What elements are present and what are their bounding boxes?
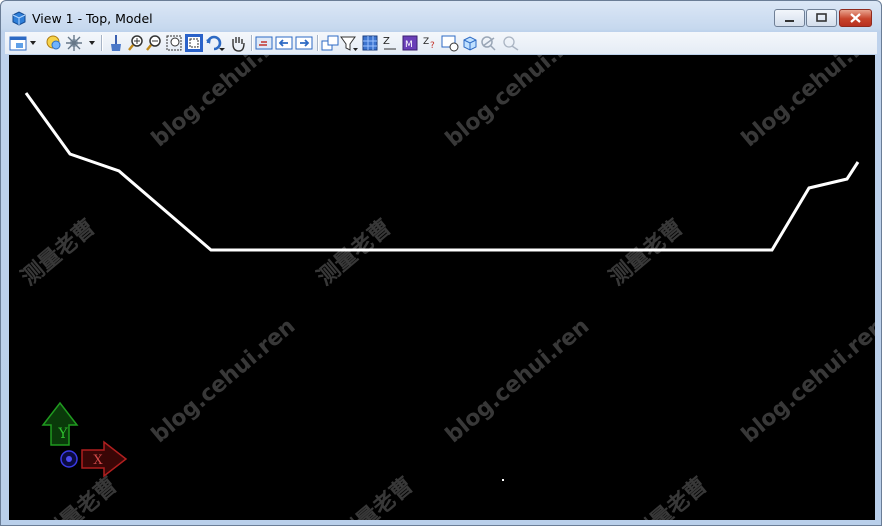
fit-view-icon[interactable] [185, 34, 203, 52]
cursor-point [502, 479, 504, 481]
window-area-icon[interactable] [165, 34, 183, 52]
x-axis-arrow [81, 440, 128, 478]
fit-sheet-icon[interactable] [441, 34, 459, 52]
close-icon [850, 13, 861, 23]
toolbar-separator [251, 35, 252, 51]
toolbar-separator [317, 35, 318, 51]
standard-views-icon[interactable]: M [401, 34, 419, 52]
toolbar-separator [101, 35, 102, 51]
minimize-button[interactable] [774, 9, 805, 27]
rotate-view-icon[interactable] [205, 34, 227, 52]
view-previous-icon[interactable] [255, 34, 273, 52]
minimize-icon [785, 20, 794, 22]
display-style-icon[interactable] [65, 34, 99, 52]
maximize-button[interactable] [806, 9, 837, 27]
pan-view-icon[interactable] [229, 34, 247, 52]
clip-volume-icon[interactable] [339, 34, 359, 52]
title-bar[interactable]: View 1 - Top, Model [1, 1, 881, 32]
levels-display-icon[interactable] [45, 34, 67, 52]
svg-text:Z: Z [423, 37, 429, 47]
y-axis-label: Y [57, 426, 68, 442]
x-axis-label: X [93, 453, 103, 468]
update-view-icon[interactable] [107, 34, 125, 52]
view-window-icon [12, 11, 26, 26]
window-title: View 1 - Top, Model [32, 11, 153, 26]
clip-mask-off-icon[interactable] [501, 34, 521, 52]
camera-icon[interactable]: Z? [421, 34, 439, 52]
svg-text:M: M [405, 40, 413, 50]
cross-section-polyline[interactable] [24, 92, 860, 252]
clip-mask-icon[interactable] [479, 34, 501, 52]
svg-text:?: ? [430, 41, 435, 51]
view-axis-triad: Y X [41, 401, 128, 478]
zoom-out-icon[interactable] [145, 34, 163, 52]
zoom-in-icon[interactable] [127, 34, 145, 52]
cube-view-icon[interactable] [461, 34, 479, 52]
drawing-viewport[interactable]: blog.cehui.ren blog.cehui.ren blog.cehui… [9, 55, 875, 520]
change-view-perspective-icon[interactable]: Z [381, 34, 399, 52]
view-window: View 1 - Top, Model Z M Z ? blog.cehui.r… [0, 0, 882, 526]
restore-icon [816, 13, 827, 22]
render-icon[interactable] [361, 34, 379, 52]
drawing-canvas: Y X [24, 92, 860, 481]
view-toolbar: Z M Z? [5, 32, 877, 54]
view-back-icon[interactable] [275, 34, 293, 52]
close-button[interactable] [839, 9, 872, 27]
svg-text:Z: Z [383, 36, 390, 47]
view-next-icon[interactable] [295, 34, 313, 52]
copy-view-icon[interactable] [321, 34, 339, 52]
view-attributes-icon[interactable] [9, 34, 37, 52]
